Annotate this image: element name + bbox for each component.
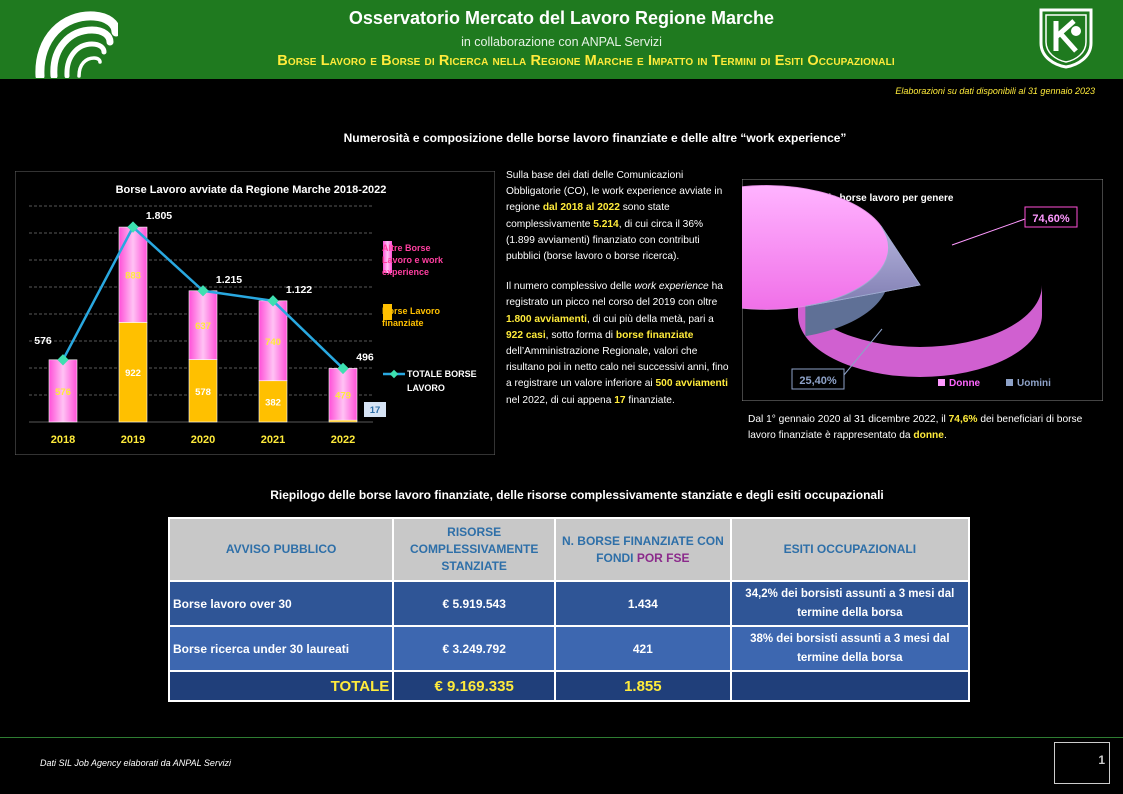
legend-label-uomini: Uomini [1017,378,1051,389]
total-label: 1.805 [146,210,172,222]
bar-chart-title: Borse Lavoro avviate da Regione Marche 2… [116,184,387,196]
x-tick-label: 2018 [51,434,75,446]
total-label: 576 [34,335,52,347]
footer-source: Dati SIL Job Agency elaborati da ANPAL S… [40,758,231,768]
header-bar: Osservatorio Mercato del Lavoro Regione … [0,0,1123,79]
footer-divider [0,737,1123,738]
header-risorse: RISORSE COMPLESSIVAMENTE STANZIATE [392,517,557,582]
header-main-title: Borse Lavoro e Borse di Ricerca nella Re… [277,53,895,69]
table-row: Borse lavoro over 30 € 5.919.543 1.434 3… [167,580,971,627]
regione-marche-emblem-icon [1039,8,1093,69]
header-title: Osservatorio Mercato del Lavoro Regione … [348,8,775,28]
bar-chart-borse-lavoro: Borse Lavoro avviate da Regione Marche 2… [15,171,495,455]
data-label-finanziate: 17 [370,405,381,416]
summary-table: AVVISO PUBBLICO RISORSE COMPLESSIVAMENTE… [167,517,971,702]
pie-label-uomini: 25,40% [799,375,837,387]
legend-swatch-donne [938,379,945,386]
section-title-composition: Numerosità e composizione delle borse la… [343,131,847,145]
page-number: 1 [1098,753,1105,767]
pie-caption: Dal 1° gennaio 2020 al 31 dicembre 2022,… [748,414,1083,441]
x-tick-label: 2022 [331,434,355,446]
data-label-altre: 637 [195,321,211,332]
header-avviso: AVVISO PUBBLICO [167,517,395,582]
table-header-row: AVVISO PUBBLICO RISORSE COMPLESSIVAMENTE… [167,517,971,582]
section-title-summary: Riepilogo delle borse lavoro finanziate,… [270,488,884,502]
total-label: 496 [356,351,374,363]
total-label: 1.122 [286,284,312,296]
x-tick-label: 2020 [191,434,215,446]
pie-chart-gender: Beneficiari delle borse lavoro per gener… [742,179,1103,401]
x-tick-label: 2019 [121,434,145,446]
legend-swatch-uomini [1006,379,1013,386]
data-label-altre: 576 [55,387,71,398]
data-label-altre: 740 [265,337,281,348]
description-paragraph-1: Sulla base dei dati delle Comunicazioni … [506,170,723,263]
data-label-altre: 479 [335,390,351,401]
header-subtitle: in collaborazione con ANPAL Servizi [461,35,662,49]
data-label-finanziate: 382 [265,397,281,408]
table-row: Borse ricerca under 30 laureati € 3.249.… [167,625,971,672]
data-label-finanziate: 922 [125,368,141,379]
total-label: 1.215 [216,274,242,286]
header-borse: N. BORSE FINANZIATE CON FONDI POR FSE [554,517,732,582]
pie-label-donne: 74,60% [1032,213,1070,225]
legend-label-donne: Donne [949,378,981,389]
elaboration-note: Elaborazioni su dati disponibili al 31 g… [895,86,1095,96]
header-esiti: ESITI OCCUPAZIONALI [729,517,971,582]
description-paragraph-2: Il numero complessivo delle work experie… [506,281,729,406]
table-total-row: TOTALE € 9.169.335 1.855 [167,670,971,702]
description-paragraphs: Sulla base dei dati delle Comunicazioni … [506,168,732,423]
data-label-altre: 883 [125,271,141,282]
data-label-finanziate: 578 [195,387,211,398]
page-number-box: 1 [1054,742,1110,784]
x-tick-label: 2021 [261,434,285,446]
